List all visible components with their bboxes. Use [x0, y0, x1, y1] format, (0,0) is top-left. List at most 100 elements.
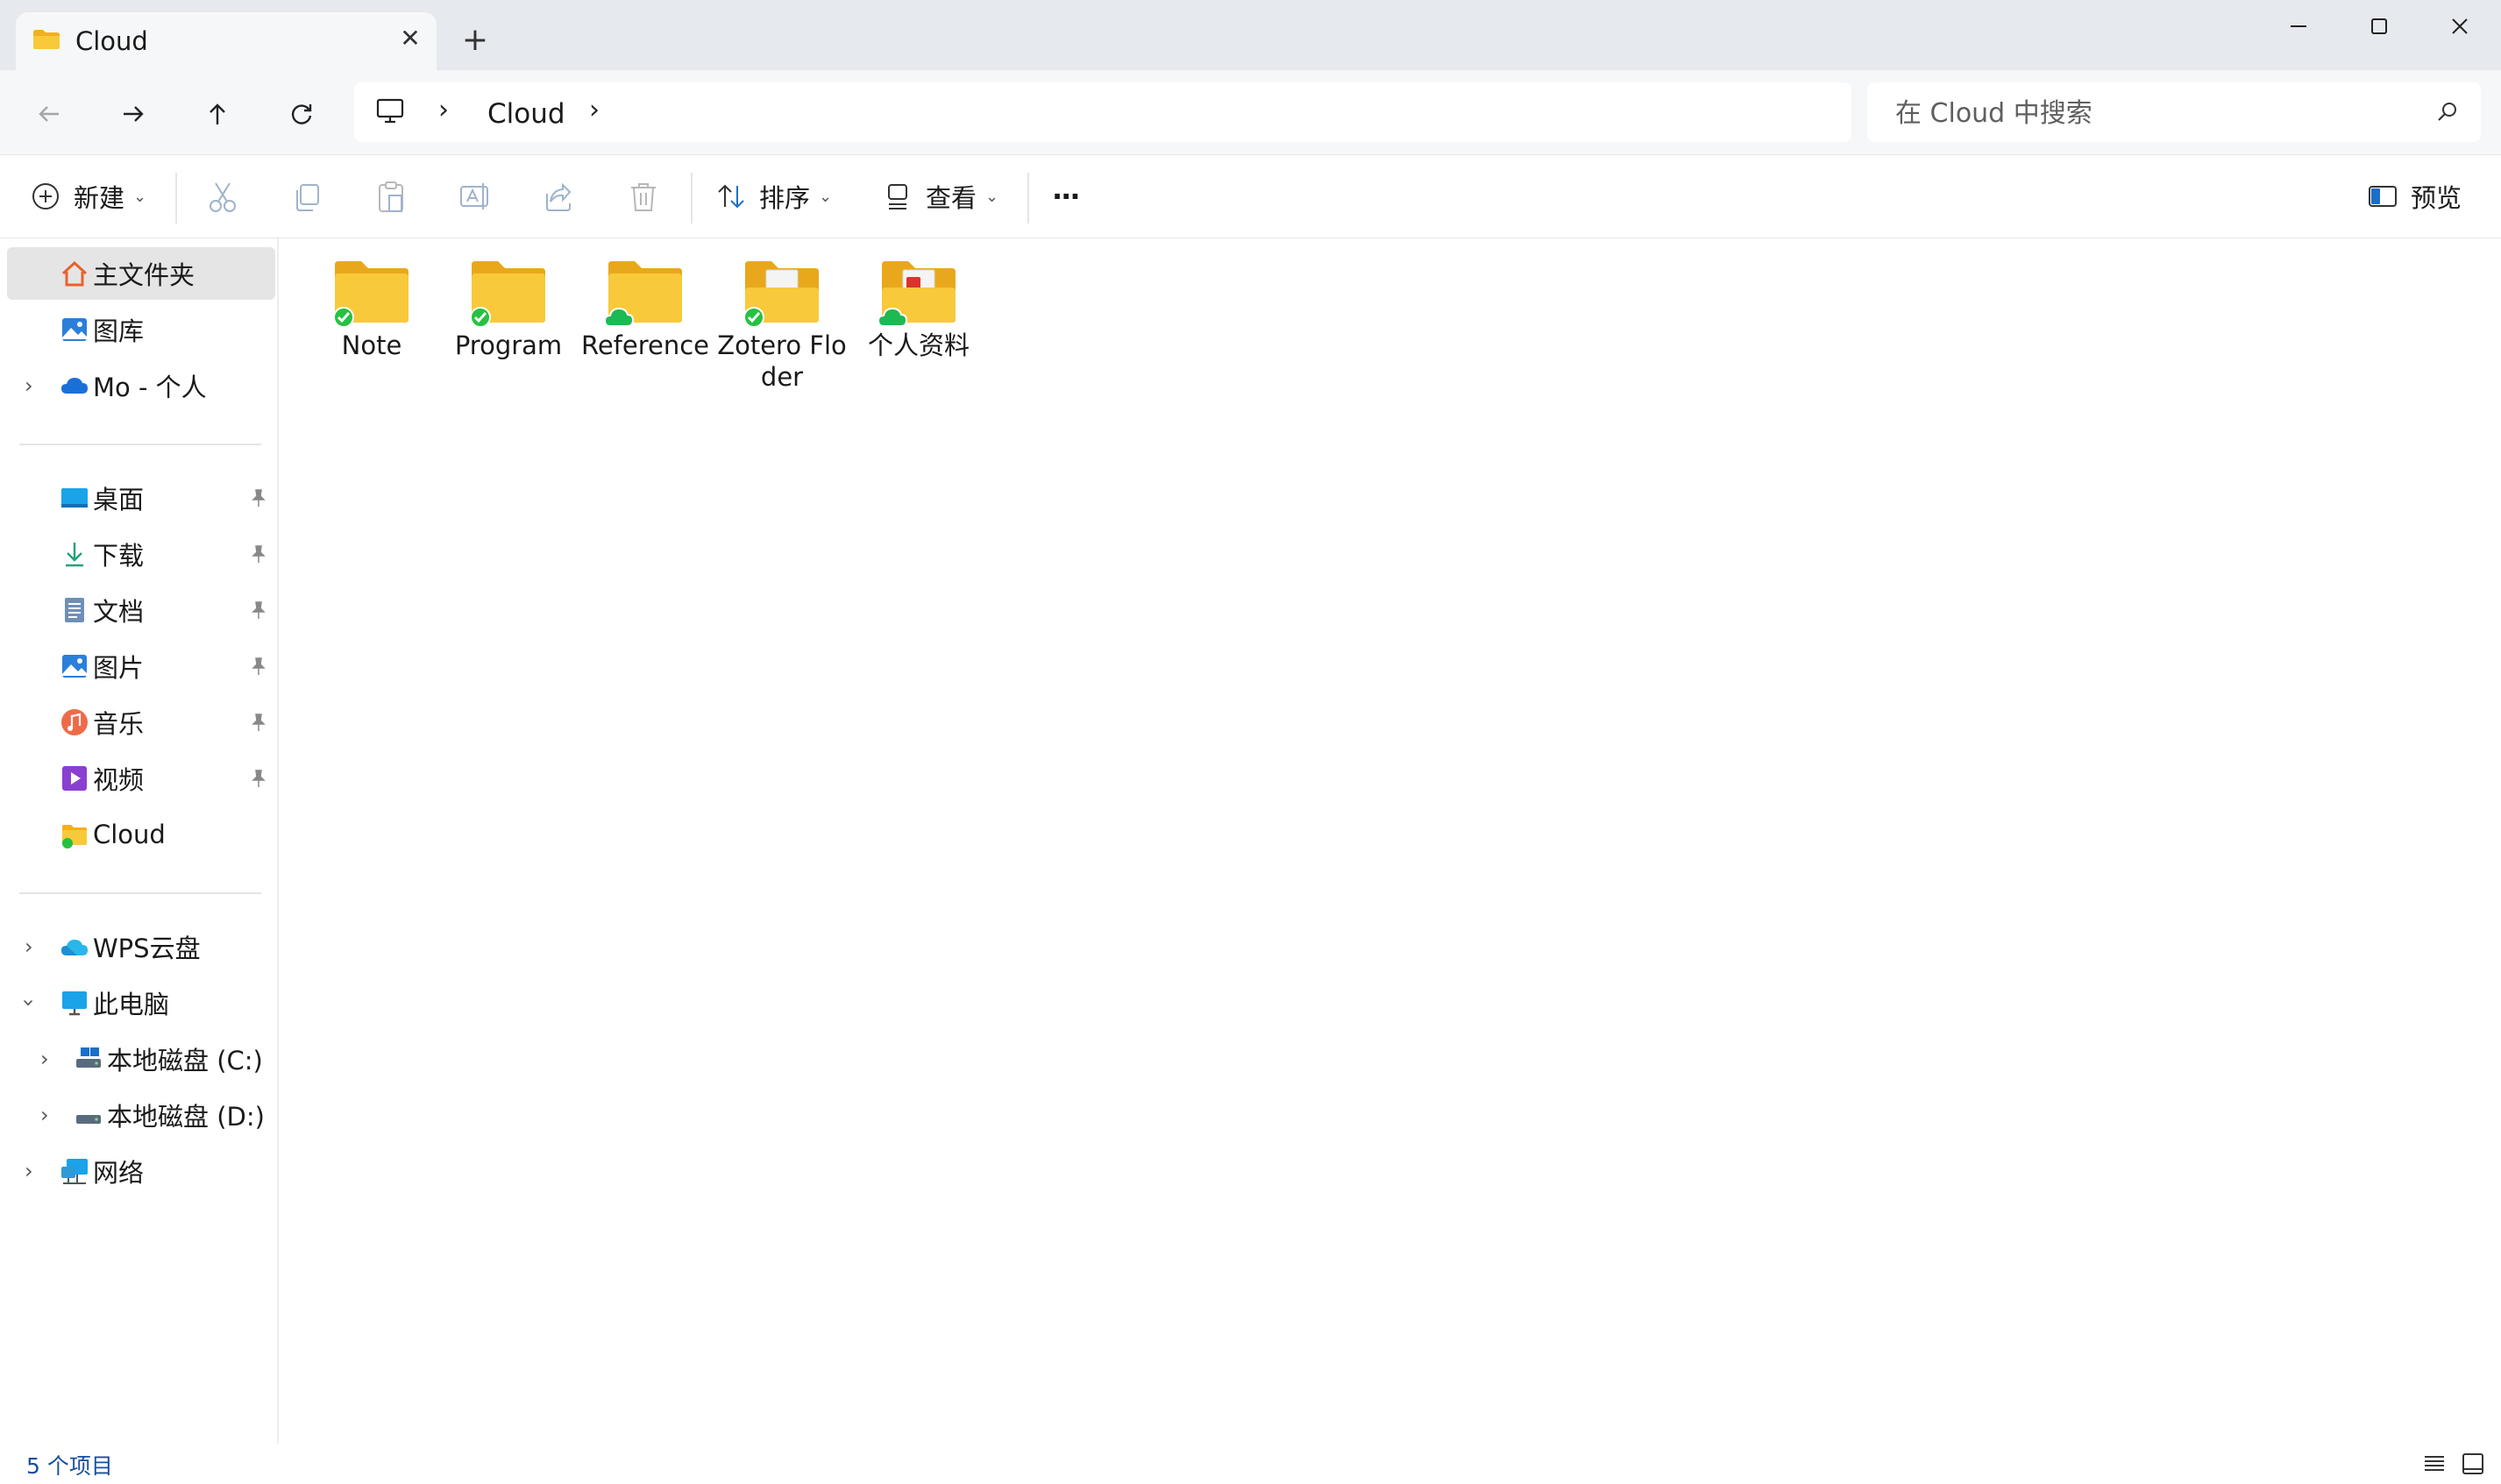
search-input[interactable] — [1894, 93, 2423, 133]
back-button[interactable] — [26, 91, 72, 137]
folder-item-reference[interactable]: Reference — [579, 258, 712, 361]
close-tab-button[interactable]: ✕ — [394, 23, 426, 54]
chevron-right-icon[interactable]: › — [40, 1103, 49, 1127]
pin-icon[interactable] — [249, 600, 268, 620]
chevron-right-icon[interactable]: › — [438, 95, 449, 125]
chevron-right-icon[interactable]: › — [40, 1047, 49, 1071]
sidebar-item-downloads[interactable]: 下载 — [7, 528, 275, 580]
file-list: Note Program Reference Zotero Floder 个人资… — [279, 238, 2501, 1444]
forward-button[interactable] — [110, 91, 156, 137]
sidebar-item-gallery[interactable]: 图库 — [7, 303, 275, 356]
toolbar-divider — [691, 173, 693, 224]
more-options-button[interactable]: ··· — [1052, 174, 1081, 218]
delete-icon[interactable] — [624, 178, 663, 217]
sidebar-item-label: 网络 — [93, 1158, 145, 1188]
command-bar: 新建 ⌄ 排序 ⌄ 查看 ⌄ ··· 预览 — [0, 155, 2501, 238]
details-view-icon[interactable] — [2421, 1451, 2448, 1477]
sidebar-item-label: 此电脑 — [93, 990, 170, 1019]
share-icon[interactable] — [540, 178, 579, 217]
pin-icon[interactable] — [249, 769, 268, 788]
folder-item-personal[interactable]: 个人资料 — [852, 258, 985, 361]
folder-item-zotero[interactable]: Zotero Floder — [715, 258, 849, 393]
network-icon — [61, 1159, 88, 1184]
video-icon — [62, 766, 87, 791]
sidebar-item-videos[interactable]: 视频 — [7, 752, 275, 805]
sort-button[interactable]: 排序 ⌄ — [715, 174, 832, 218]
sidebar-item-label: 文档 — [93, 597, 145, 627]
folder-icon — [33, 30, 60, 49]
search-box[interactable] — [1867, 82, 2481, 142]
sidebar-divider — [19, 892, 261, 894]
view-button[interactable]: 查看 ⌄ — [882, 174, 998, 218]
folder-synced-icon — [62, 825, 87, 849]
chevron-right-icon[interactable]: › — [25, 934, 33, 959]
sidebar-item-onedrive[interactable]: › Mo - 个人 — [7, 359, 275, 412]
sidebar-item-this-pc[interactable]: › 此电脑 — [7, 976, 275, 1029]
arrow-up-icon — [210, 103, 225, 124]
view-label: 查看 — [926, 183, 977, 213]
maximize-button[interactable] — [2339, 0, 2419, 53]
file-name: Zotero Floder — [717, 330, 847, 392]
status-bar: 5 个项目 — [0, 1444, 2501, 1484]
pin-icon[interactable] — [249, 544, 268, 564]
chevron-right-icon[interactable]: › — [25, 373, 33, 398]
folder-item-program[interactable]: Program — [442, 258, 575, 361]
minimize-button[interactable] — [2258, 0, 2339, 53]
sort-label: 排序 — [759, 183, 811, 213]
sidebar-item-music[interactable]: 音乐 — [7, 696, 275, 749]
chevron-down-icon[interactable]: › — [17, 998, 41, 1007]
close-window-button[interactable] — [2419, 0, 2500, 53]
chevron-right-icon[interactable]: › — [25, 1159, 33, 1183]
sidebar-item-label: WPS云盘 — [93, 934, 201, 963]
refresh-icon — [291, 104, 312, 124]
large-icons-view-icon[interactable] — [2460, 1451, 2486, 1477]
sidebar-item-cloud[interactable]: Cloud — [7, 808, 275, 861]
home-icon — [61, 260, 88, 287]
folder-icon — [470, 261, 545, 328]
paste-icon[interactable] — [372, 178, 410, 217]
navigation-pane: 主文件夹 图库 › Mo - 个人 桌面 下载 文档 图片 音乐 视频 Clou… — [0, 238, 279, 1444]
sidebar-item-network[interactable]: › 网络 — [7, 1145, 275, 1197]
sidebar-item-label: 桌面 — [93, 485, 145, 515]
folder-icon — [603, 261, 682, 327]
sidebar-item-pictures[interactable]: 图片 — [7, 640, 275, 692]
sidebar-item-drive-d[interactable]: › 本地磁盘 (D:) — [7, 1089, 275, 1141]
refresh-button[interactable] — [279, 91, 324, 137]
new-tab-button[interactable]: + — [456, 23, 494, 61]
sidebar-item-label: 本地磁盘 (D:) — [107, 1102, 265, 1132]
arrow-left-icon — [39, 106, 59, 122]
sidebar-item-label: 本地磁盘 (C:) — [107, 1046, 263, 1076]
file-name: Program — [454, 330, 563, 360]
cut-icon[interactable] — [203, 178, 242, 217]
pin-icon[interactable] — [249, 657, 268, 676]
view-icon — [888, 184, 907, 209]
sort-icon — [718, 184, 744, 209]
rename-icon[interactable] — [456, 178, 494, 217]
chevron-right-icon[interactable]: › — [589, 95, 600, 125]
add-circle-icon — [32, 183, 59, 209]
up-button[interactable] — [195, 91, 240, 137]
copy-icon[interactable] — [289, 178, 328, 217]
drive-icon — [76, 1115, 101, 1124]
sidebar-item-home[interactable]: 主文件夹 — [7, 247, 275, 300]
breadcrumb-cloud[interactable]: Cloud — [487, 98, 565, 130]
chevron-down-icon: ⌄ — [133, 187, 147, 206]
tab-cloud[interactable]: Cloud ✕ — [16, 12, 437, 70]
sidebar-item-drive-c[interactable]: › 本地磁盘 (C:) — [7, 1033, 275, 1085]
pin-icon[interactable] — [249, 488, 268, 508]
folder-item-note[interactable]: Note — [305, 258, 438, 361]
toolbar-divider — [1027, 173, 1029, 224]
pictures-icon — [62, 655, 87, 678]
sidebar-item-wps-cloud[interactable]: › WPS云盘 — [7, 920, 275, 973]
sidebar-item-desktop[interactable]: 桌面 — [7, 472, 275, 524]
pin-icon[interactable] — [249, 713, 268, 732]
folder-icon — [877, 261, 956, 327]
computer-icon — [376, 98, 404, 124]
preview-pane-button[interactable]: 预览 — [2367, 174, 2462, 218]
address-bar[interactable]: › Cloud › — [354, 82, 1851, 142]
new-button[interactable]: 新建 ⌄ — [30, 174, 146, 218]
sidebar-item-label: 下载 — [93, 541, 145, 571]
sidebar-item-documents[interactable]: 文档 — [7, 584, 275, 636]
search-icon[interactable] — [2435, 100, 2460, 124]
item-count: 5 个项目 — [26, 1453, 113, 1479]
